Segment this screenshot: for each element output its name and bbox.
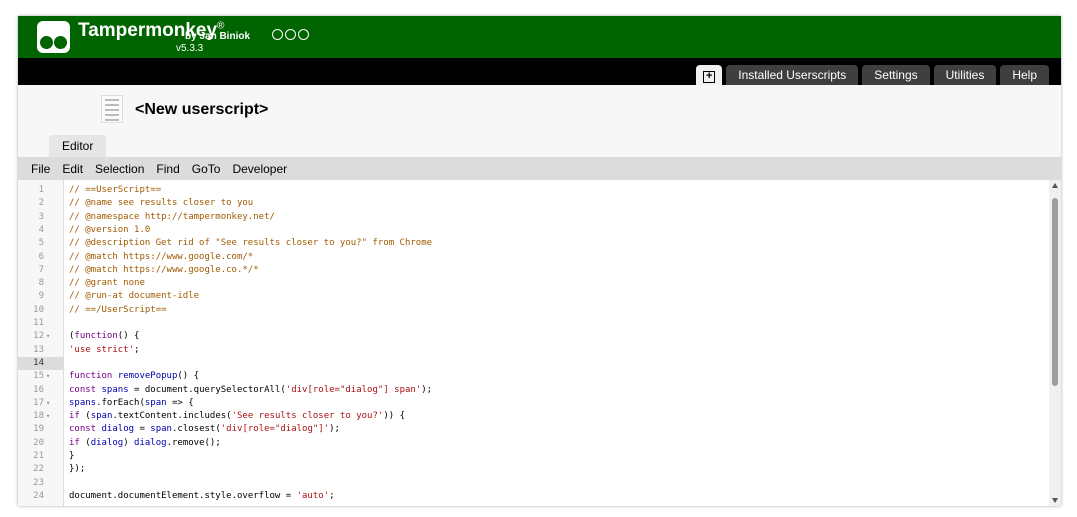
line-number: 17 <box>33 397 44 408</box>
code-line[interactable]: } <box>69 450 74 463</box>
line-number: 2 <box>38 198 44 209</box>
code-line[interactable]: // @run-at document-idle <box>69 290 199 303</box>
menu-goto[interactable]: GoTo <box>192 162 221 176</box>
script-title-bar: <New userscript> <box>18 85 1061 131</box>
code-line[interactable]: // @match https://www.google.com/* <box>69 251 253 264</box>
main-tabs: + Installed Userscripts Settings Utiliti… <box>696 65 1049 85</box>
tampermonkey-window: Tampermonkey® by Jan Biniok v5.3.3 + Ins… <box>18 16 1061 506</box>
scroll-down-icon[interactable] <box>1052 498 1058 503</box>
author-byline: by Jan Biniok <box>185 31 251 42</box>
code-line[interactable]: document.documentElement.style.overflow … <box>69 490 335 503</box>
line-number: 8 <box>38 278 44 289</box>
code-line[interactable]: 'use strict'; <box>69 344 139 357</box>
code-line[interactable]: const dialog = span.closest('div[role="d… <box>69 423 340 436</box>
menu-file[interactable]: File <box>31 162 50 176</box>
line-number: 3 <box>38 211 44 222</box>
code-line[interactable]: function removePopup() { <box>69 370 199 383</box>
line-number: 4 <box>38 224 44 235</box>
nav-bar: + Installed Userscripts Settings Utiliti… <box>18 58 1061 85</box>
tab-settings[interactable]: Settings <box>862 65 930 85</box>
code-line[interactable]: // @version 1.0 <box>69 224 150 237</box>
facebook-icon[interactable] <box>285 29 296 40</box>
scrollbar-thumb[interactable] <box>1052 198 1058 386</box>
code-line[interactable]: // ==UserScript== <box>69 184 161 197</box>
code-line[interactable]: // ==/UserScript== <box>69 304 167 317</box>
code-line[interactable]: // @namespace http://tampermonkey.net/ <box>69 211 275 224</box>
github-icon[interactable] <box>272 29 283 40</box>
plus-box-icon: + <box>703 71 716 83</box>
code-line[interactable]: (function() { <box>69 330 139 343</box>
tab-help[interactable]: Help <box>1000 65 1049 85</box>
line-number: 1 <box>38 185 44 195</box>
line-number: 16 <box>33 384 44 395</box>
fold-chevron-icon[interactable]: ▾ <box>46 370 50 383</box>
line-number: 20 <box>33 437 44 448</box>
tampermonkey-logo-icon[interactable] <box>37 21 70 53</box>
line-number: 9 <box>38 291 44 302</box>
code-line[interactable]: if (span.textContent.includes('See resul… <box>69 410 405 423</box>
code-line[interactable]: // @description Get rid of "See results … <box>69 237 432 250</box>
code-line[interactable]: // @grant none <box>69 277 145 290</box>
code-line[interactable]: if (dialog) dialog.remove(); <box>69 437 221 450</box>
editor-scrollbar[interactable] <box>1049 180 1061 506</box>
code-line[interactable]: // @match https://www.google.co.*/* <box>69 264 259 277</box>
menu-edit[interactable]: Edit <box>62 162 83 176</box>
line-number: 14 <box>33 357 44 368</box>
line-number: 6 <box>38 251 44 262</box>
code-line[interactable]: }); <box>69 463 85 476</box>
line-number: 11 <box>33 318 44 328</box>
line-number: 12 <box>33 331 44 342</box>
editor-subtabs: Editor <box>18 131 1061 157</box>
fold-chevron-icon[interactable]: ▾ <box>46 397 50 410</box>
line-number: 13 <box>33 344 44 355</box>
line-number: 22 <box>33 464 44 475</box>
line-number: 7 <box>38 264 44 275</box>
social-links <box>272 29 309 40</box>
script-title: <New userscript> <box>135 101 269 118</box>
line-number: 19 <box>33 424 44 435</box>
line-number: 24 <box>33 490 44 501</box>
fold-chevron-icon[interactable]: ▾ <box>46 410 50 423</box>
line-number: 23 <box>33 477 44 488</box>
fold-chevron-icon[interactable]: ▾ <box>46 330 50 343</box>
line-number: 5 <box>38 238 44 249</box>
header-bar: Tampermonkey® by Jan Biniok v5.3.3 <box>18 16 1061 58</box>
code-line[interactable]: spans.forEach(span => { <box>69 397 194 410</box>
line-number: 10 <box>33 304 44 315</box>
line-number: 21 <box>33 451 44 461</box>
menu-developer[interactable]: Developer <box>232 162 287 176</box>
line-number: 15 <box>33 371 44 382</box>
code-editor[interactable]: 1 // ==UserScript== 2 // @name see results … <box>18 180 1061 506</box>
version-label: v5.3.3 <box>176 43 204 54</box>
line-number: 18 <box>33 411 44 422</box>
code-line[interactable]: // @name see results closer to you <box>69 197 253 210</box>
scroll-up-icon[interactable] <box>1052 183 1058 188</box>
tab-installed-userscripts[interactable]: Installed Userscripts <box>726 65 859 85</box>
editor-menu-bar: File Edit Selection Find GoTo Developer <box>18 157 1061 180</box>
tab-utilities[interactable]: Utilities <box>933 65 997 85</box>
tab-editor[interactable]: Editor <box>49 135 107 157</box>
new-script-tab[interactable]: + <box>696 65 723 85</box>
logo-eye-left <box>40 36 53 49</box>
logo-eye-right <box>54 36 67 49</box>
menu-selection[interactable]: Selection <box>95 162 144 176</box>
menu-find[interactable]: Find <box>156 162 179 176</box>
code-line[interactable]: const spans = document.querySelectorAll(… <box>69 384 432 397</box>
instagram-icon[interactable] <box>298 29 309 40</box>
script-document-icon <box>101 95 123 123</box>
